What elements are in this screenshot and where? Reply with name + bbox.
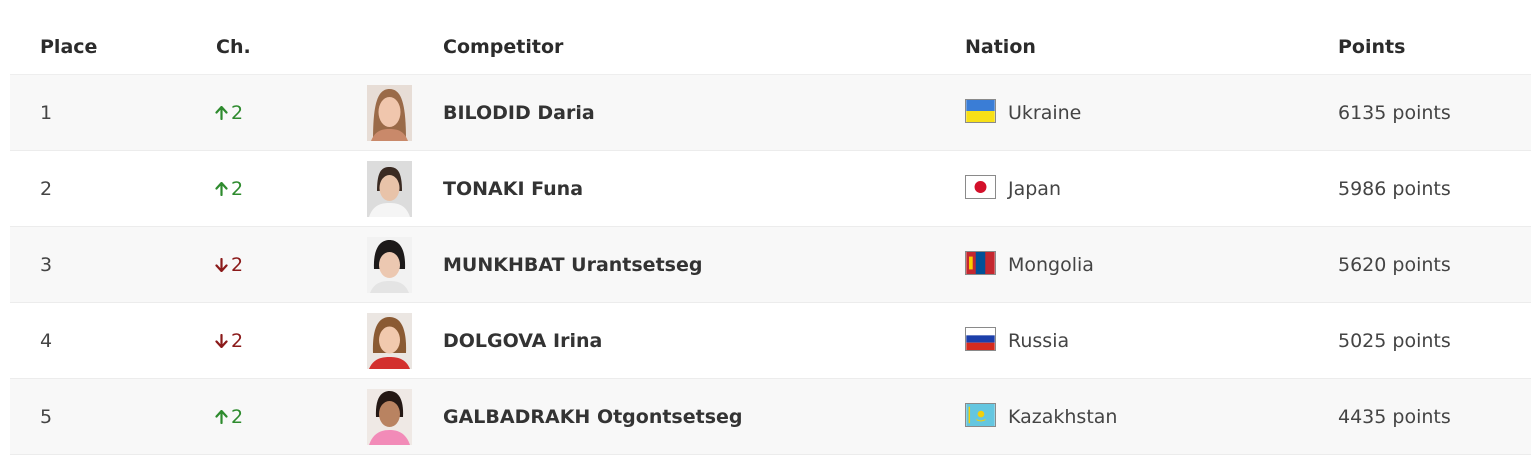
nation-name[interactable]: Ukraine (1008, 101, 1081, 125)
change-value: 2 (231, 405, 244, 428)
change-cell: 2 (215, 151, 243, 226)
athlete-photo[interactable] (367, 160, 412, 217)
change-value: 2 (231, 329, 244, 352)
points-cell: 5986 points (1338, 177, 1451, 200)
header-change[interactable]: Ch. (216, 35, 251, 59)
change-value: 2 (231, 101, 244, 124)
place-cell: 3 (40, 253, 53, 276)
nation-cell: Mongolia (965, 227, 1094, 302)
nation-cell: Russia (965, 303, 1069, 378)
kazakhstan-flag-icon (965, 402, 996, 427)
place-cell: 1 (40, 101, 53, 124)
change-cell: 2 (215, 227, 243, 302)
arrow-down-icon (215, 257, 228, 272)
athlete-photo[interactable] (367, 388, 412, 445)
mongolia-flag-icon (965, 250, 996, 275)
athlete-photo[interactable] (367, 84, 412, 141)
competitor-name[interactable]: GALBADRAKH Otgontsetseg (443, 379, 743, 454)
arrow-up-icon (215, 409, 228, 424)
athlete-photo-cell (367, 151, 412, 226)
nation-name[interactable]: Russia (1008, 329, 1069, 353)
points-cell: 4435 points (1338, 405, 1451, 428)
nation-cell: Ukraine (965, 75, 1081, 150)
arrow-up-icon (215, 105, 228, 120)
ukraine-flag-icon (965, 98, 996, 123)
table-row[interactable]: 2 2 TONAKI Funa Japan 5986 points (10, 151, 1531, 227)
points-cell: 5025 points (1338, 329, 1451, 352)
header-points[interactable]: Points (1338, 35, 1405, 59)
athlete-photo[interactable] (367, 236, 412, 293)
change-cell: 2 (215, 379, 243, 454)
nation-name[interactable]: Kazakhstan (1008, 405, 1117, 429)
table-row[interactable]: 4 2 DOLGOVA Irina Russia 5025 points (10, 303, 1531, 379)
athlete-photo-cell (367, 75, 412, 150)
athlete-photo-cell (367, 227, 412, 302)
ranking-table: Place Ch. Competitor Nation Points 1 2 B… (10, 0, 1531, 455)
change-cell: 2 (215, 75, 243, 150)
change-cell: 2 (215, 303, 243, 378)
header-competitor[interactable]: Competitor (443, 35, 563, 59)
table-row[interactable]: 1 2 BILODID Daria Ukraine 6135 points (10, 75, 1531, 151)
competitor-name[interactable]: DOLGOVA Irina (443, 303, 602, 378)
arrow-up-icon (215, 181, 228, 196)
russia-flag-icon (965, 326, 996, 351)
competitor-name[interactable]: BILODID Daria (443, 75, 595, 150)
place-cell: 2 (40, 177, 53, 200)
athlete-photo-cell (367, 379, 412, 454)
place-cell: 5 (40, 405, 53, 428)
table-header: Place Ch. Competitor Nation Points (10, 0, 1531, 75)
athlete-photo-cell (367, 303, 412, 378)
change-value: 2 (231, 253, 244, 276)
points-cell: 5620 points (1338, 253, 1451, 276)
place-cell: 4 (40, 329, 53, 352)
athlete-photo[interactable] (367, 312, 412, 369)
change-value: 2 (231, 177, 244, 200)
nation-name[interactable]: Mongolia (1008, 253, 1094, 277)
nation-cell: Japan (965, 151, 1061, 226)
header-place[interactable]: Place (40, 35, 97, 59)
competitor-name[interactable]: MUNKHBAT Urantsetseg (443, 227, 702, 302)
points-cell: 6135 points (1338, 101, 1451, 124)
japan-flag-icon (965, 174, 996, 199)
nation-cell: Kazakhstan (965, 379, 1117, 454)
competitor-name[interactable]: TONAKI Funa (443, 151, 583, 226)
arrow-down-icon (215, 333, 228, 348)
table-row[interactable]: 3 2 MUNKHBAT Urantsetseg Mongolia 5620 p… (10, 227, 1531, 303)
table-row[interactable]: 5 2 GALBADRAKH Otgontsetseg Kazakhstan 4… (10, 379, 1531, 455)
header-nation[interactable]: Nation (965, 35, 1036, 59)
nation-name[interactable]: Japan (1008, 177, 1061, 201)
